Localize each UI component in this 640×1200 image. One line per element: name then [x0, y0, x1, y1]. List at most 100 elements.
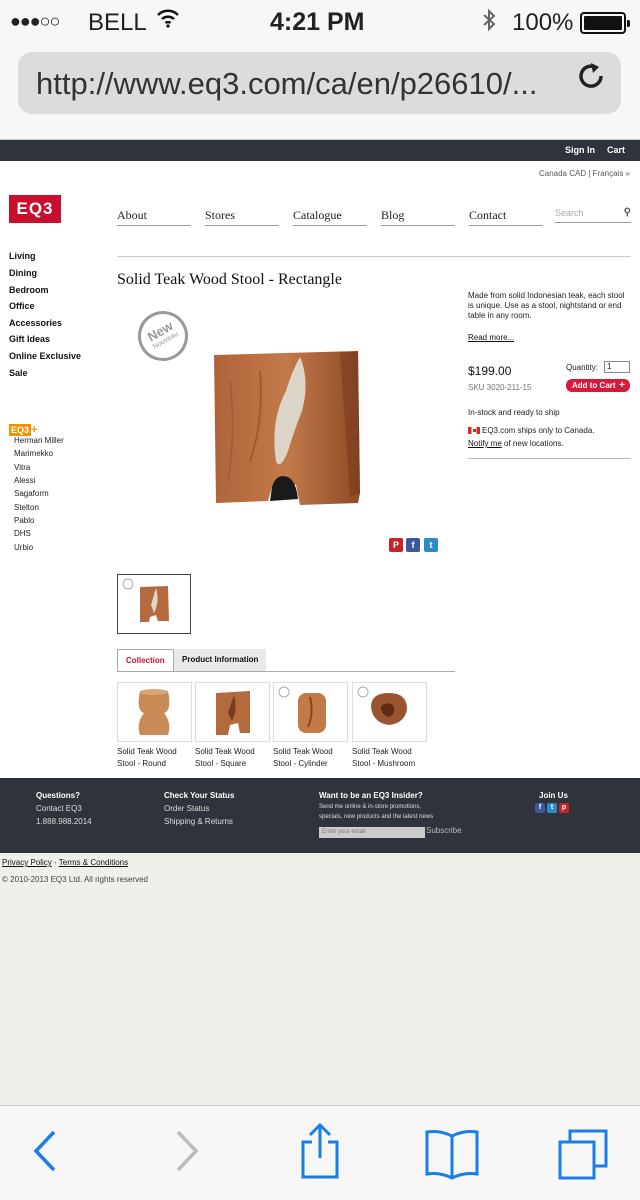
collection-item-round[interactable] — [117, 682, 192, 742]
tabs-icon[interactable] — [556, 1126, 610, 1187]
nav-catalogue[interactable]: Catalogue — [293, 208, 367, 226]
shipping-text: EQ3.com ships only to Canada. — [482, 426, 595, 435]
terms-link[interactable]: Terms & Conditions — [59, 858, 128, 867]
brand-pablo[interactable]: Pablo — [14, 516, 34, 525]
facebook-icon[interactable]: f — [406, 538, 420, 552]
sidebar-item-sale[interactable]: Sale — [9, 368, 28, 378]
canada-flag-icon — [468, 427, 480, 435]
copyright: © 2010-2013 EQ3 Ltd. All rights reserved — [2, 875, 148, 884]
account-bar: Sign In Cart — [0, 140, 640, 161]
phone-number[interactable]: 1.888.988.2014 — [36, 817, 92, 826]
legal-links: Privacy Policy · Terms & Conditions — [2, 858, 128, 867]
locale-switch[interactable]: Canada CAD | Français » — [539, 169, 630, 178]
collection-caption-cylinder[interactable]: Solid Teak Wood Stool - Cylinder — [273, 746, 351, 770]
carrier-name: BELL — [88, 9, 147, 36]
notify-me-link[interactable]: Notify me — [468, 439, 502, 448]
search-placeholder: Search — [555, 208, 584, 218]
product-image[interactable] — [200, 341, 370, 531]
collection-caption-line: Stool - Round — [117, 759, 166, 768]
sign-in-link[interactable]: Sign In — [565, 145, 595, 155]
tab-collection[interactable]: Collection — [117, 649, 174, 671]
eq3-logo[interactable]: EQ3 — [9, 195, 61, 223]
web-page: Sign In Cart Canada CAD | Français » EQ3… — [0, 140, 640, 1105]
brand-urbio[interactable]: Urbio — [14, 543, 33, 552]
nav-blog[interactable]: Blog — [381, 208, 455, 226]
collection-caption-line: Solid Teak Wood — [117, 747, 177, 756]
collection-caption-square[interactable]: Solid Teak Wood Stool - Square — [195, 746, 273, 770]
sidebar-item-living[interactable]: Living — [9, 251, 36, 261]
collection-caption-line: Stool - Square — [195, 759, 247, 768]
brand-vitra[interactable]: Vitra — [14, 463, 30, 472]
pinterest-icon[interactable]: p — [559, 803, 569, 813]
sidebar-item-bedroom[interactable]: Bedroom — [9, 285, 49, 295]
tab-product-information[interactable]: Product Information — [174, 649, 267, 671]
browser-toolbar — [0, 1105, 640, 1200]
nav-about[interactable]: About — [117, 208, 191, 226]
back-icon[interactable] — [30, 1126, 60, 1181]
product-price: $199.00 — [468, 364, 512, 378]
notify-notice: Notify me of new locations. — [468, 439, 564, 448]
email-input[interactable]: Enter your email — [319, 827, 425, 838]
site-footer: Questions? Contact EQ3 1.888.988.2014 Ch… — [0, 778, 640, 853]
sidebar-item-gift-ideas[interactable]: Gift Ideas — [9, 334, 50, 344]
collection-item-square[interactable] — [195, 682, 270, 742]
clock: 4:21 PM — [270, 8, 365, 36]
sidebar-item-online-exclusive[interactable]: Online Exclusive — [9, 351, 81, 361]
forward-icon[interactable] — [172, 1126, 202, 1181]
facebook-icon[interactable]: f — [535, 803, 545, 813]
search-icon[interactable]: ⚲ — [624, 207, 631, 218]
reload-icon[interactable] — [577, 62, 607, 101]
quantity-input[interactable]: 1 — [604, 361, 630, 373]
footer-join-heading: Join Us — [539, 791, 568, 800]
url-text[interactable]: http://www.eq3.com/ca/en/p26610/... — [36, 66, 537, 102]
nav-stores[interactable]: Stores — [205, 208, 279, 226]
browser-address-area: http://www.eq3.com/ca/en/p26610/... — [0, 44, 640, 140]
add-to-cart-button[interactable]: Add to Cart + — [566, 379, 630, 392]
twitter-icon[interactable]: t — [424, 538, 438, 552]
sidebar-item-office[interactable]: Office — [9, 301, 35, 311]
brand-marimekko[interactable]: Marimekko — [14, 449, 53, 458]
quantity-label: Quantity: — [566, 363, 599, 372]
search-input[interactable]: Search ⚲ — [555, 207, 631, 223]
insider-text-line1: Send me online & in-store promotions, — [319, 804, 422, 810]
collection-caption-round[interactable]: Solid Teak Wood Stool - Round — [117, 746, 195, 770]
product-sku: SKU 3020-211-15 — [468, 383, 532, 392]
collection-item-cylinder[interactable] — [273, 682, 348, 742]
cart-link[interactable]: Cart — [607, 145, 625, 155]
eq3-plus-badge: EQ3 — [9, 424, 32, 436]
battery-percent: 100% — [512, 9, 574, 36]
collection-caption-line: Solid Teak Wood — [273, 747, 333, 756]
brand-alessi[interactable]: Alessi — [14, 476, 35, 485]
product-title: Solid Teak Wood Stool - Rectangle — [117, 271, 342, 288]
status-bar: ●●●○○ BELL 4:21 PM 100% — [0, 0, 640, 44]
legal-separator: · — [51, 858, 59, 867]
product-thumbnail-selected[interactable] — [117, 574, 191, 634]
contact-eq3-link[interactable]: Contact EQ3 — [36, 804, 82, 813]
footer-questions-heading: Questions? — [36, 791, 81, 800]
insider-text-line2: specials, new products and the latest ne… — [319, 814, 434, 820]
battery-icon — [580, 12, 630, 34]
bookmarks-icon[interactable] — [424, 1128, 480, 1185]
signal-strength: ●●●○○ — [10, 11, 60, 31]
shipping-returns-link[interactable]: Shipping & Returns — [164, 817, 233, 826]
sidebar-item-dining[interactable]: Dining — [9, 268, 37, 278]
brand-sagaform[interactable]: Sagaform — [14, 489, 49, 498]
brand-herman-miller[interactable]: Herman Miller — [14, 436, 64, 445]
stock-status: In-stock and ready to ship — [468, 408, 560, 417]
read-more-link[interactable]: Read more... — [468, 333, 514, 342]
sidebar-item-accessories[interactable]: Accessories — [9, 318, 62, 328]
brand-dhs[interactable]: DHS — [14, 529, 31, 538]
collection-caption-mushroom[interactable]: Solid Teak Wood Stool - Mushroom — [352, 746, 430, 770]
nav-contact[interactable]: Contact — [469, 208, 543, 226]
collection-item-mushroom[interactable] — [352, 682, 427, 742]
content-area: Canada CAD | Français » EQ3 About Stores… — [0, 161, 640, 778]
twitter-icon[interactable]: t — [547, 803, 557, 813]
wifi-icon — [156, 8, 180, 34]
subscribe-button[interactable]: Subscribe — [426, 826, 462, 835]
brand-stelton[interactable]: Stelton — [14, 503, 39, 512]
privacy-policy-link[interactable]: Privacy Policy — [2, 858, 52, 867]
order-status-link[interactable]: Order Status — [164, 804, 209, 813]
address-bar[interactable]: http://www.eq3.com/ca/en/p26610/... — [18, 52, 621, 114]
pinterest-icon[interactable]: P — [389, 538, 403, 552]
share-icon[interactable] — [299, 1122, 341, 1185]
